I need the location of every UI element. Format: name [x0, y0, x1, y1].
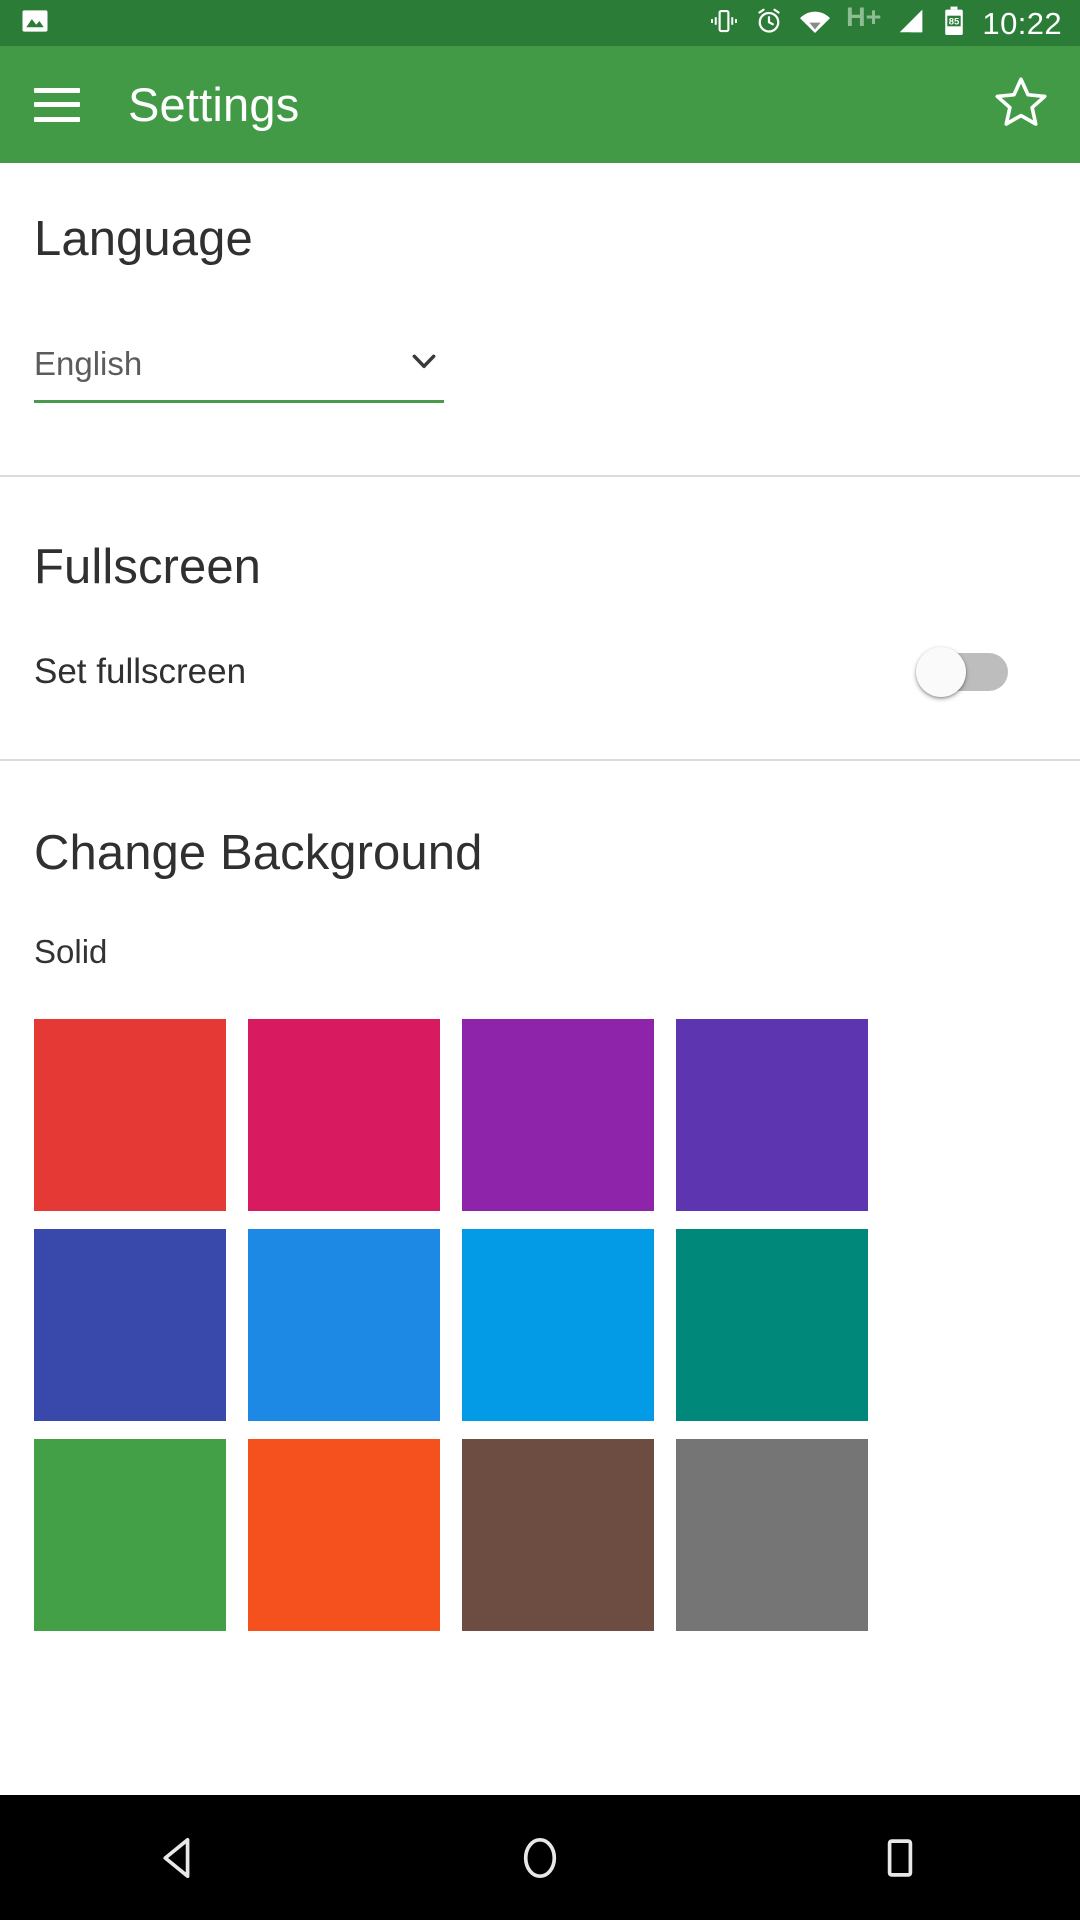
swatch-red[interactable] — [34, 1019, 226, 1211]
system-navigation-bar — [0, 1795, 1080, 1920]
status-bar-left — [20, 6, 50, 41]
vibrate-icon — [709, 6, 739, 41]
hamburger-bar — [34, 102, 80, 107]
section-fullscreen: Fullscreen Set fullscreen — [0, 477, 1080, 759]
language-spinner-row: English — [34, 341, 444, 400]
swatch-teal[interactable] — [676, 1229, 868, 1421]
phone-screen: H+ 85 10:22 Settings Language English Fu… — [0, 0, 1080, 1920]
swatch-deep-orange[interactable] — [248, 1439, 440, 1631]
hamburger-bar — [34, 116, 80, 122]
app-bar-actions — [992, 73, 1050, 136]
toggle-thumb — [916, 647, 966, 697]
status-bar: H+ 85 10:22 — [0, 0, 1080, 46]
language-spinner[interactable]: English — [34, 341, 444, 403]
status-bar-right: H+ 85 10:22 — [709, 1, 1062, 41]
svg-text:85: 85 — [949, 16, 960, 27]
star-outline-icon[interactable] — [992, 73, 1050, 136]
alarm-icon — [754, 6, 784, 41]
section-title-change-background: Change Background — [34, 826, 483, 880]
language-spinner-value: English — [34, 344, 143, 382]
color-swatch-grid — [34, 1019, 1046, 1631]
nav-home-button[interactable] — [450, 1795, 630, 1920]
status-bar-clock: 10:22 — [982, 5, 1062, 41]
swatch-indigo[interactable] — [34, 1229, 226, 1421]
language-spinner-underline — [34, 400, 444, 403]
language-section-spacer — [34, 403, 1046, 475]
swatch-pink[interactable] — [248, 1019, 440, 1211]
set-fullscreen-label: Set fullscreen — [34, 652, 247, 691]
swatch-purple[interactable] — [462, 1019, 654, 1211]
nav-recents-button[interactable] — [810, 1795, 990, 1920]
chevron-down-icon — [404, 341, 444, 386]
settings-scroll-content[interactable]: Language English Fullscreen Set fullscre… — [0, 163, 1080, 1920]
swatch-green[interactable] — [34, 1439, 226, 1631]
background-sub-label: Solid — [34, 933, 108, 970]
swatch-brown[interactable] — [462, 1439, 654, 1631]
hamburger-menu-icon[interactable] — [34, 87, 80, 122]
swatch-grey[interactable] — [676, 1439, 868, 1631]
swatch-blue[interactable] — [248, 1229, 440, 1421]
signal-icon — [896, 6, 926, 41]
network-type-label: H+ — [846, 1, 882, 32]
page-title: Settings — [128, 78, 300, 131]
app-bar: Settings — [0, 46, 1080, 163]
battery-icon: 85 — [941, 6, 967, 41]
section-title-language: Language — [34, 212, 253, 266]
swatch-light-blue[interactable] — [462, 1229, 654, 1421]
set-fullscreen-toggle[interactable] — [916, 647, 1008, 697]
section-language: Language English — [0, 163, 1080, 475]
section-title-fullscreen: Fullscreen — [34, 540, 262, 594]
section-change-background: Change Background Solid — [0, 761, 1080, 1631]
hamburger-bar — [34, 87, 80, 93]
nav-back-button[interactable] — [90, 1795, 270, 1920]
photo-icon — [20, 6, 50, 41]
swatch-deep-purple[interactable] — [676, 1019, 868, 1211]
wifi-icon — [799, 6, 831, 41]
set-fullscreen-row[interactable]: Set fullscreen — [34, 647, 1046, 697]
